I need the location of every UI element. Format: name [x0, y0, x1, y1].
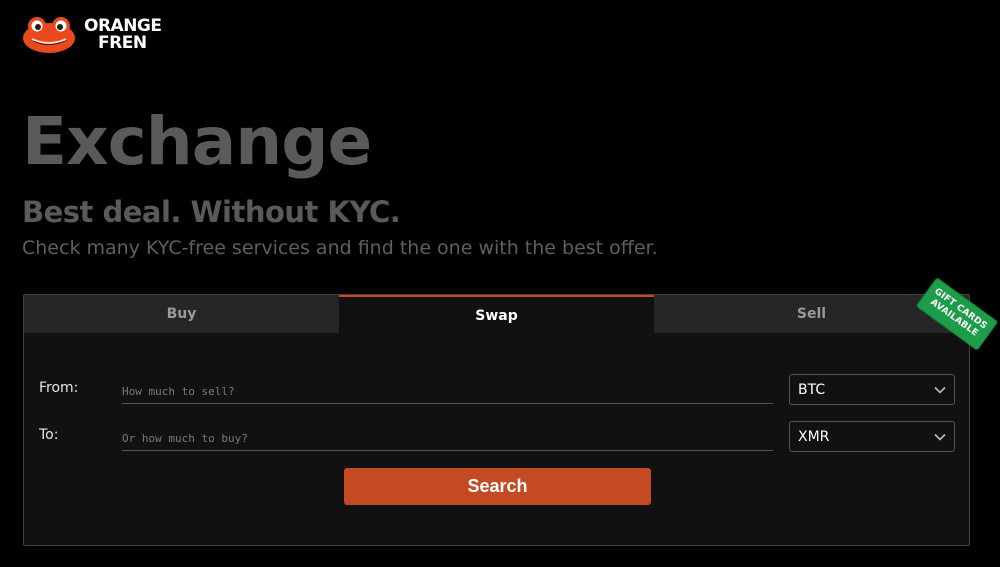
page-title: Exchange — [22, 103, 372, 180]
buy-amount-input[interactable] — [122, 427, 773, 451]
tab-swap[interactable]: Swap — [339, 295, 654, 333]
frog-face-icon — [23, 17, 75, 53]
search-button[interactable]: Search — [344, 468, 651, 505]
chevron-down-icon — [934, 433, 946, 441]
to-currency-select[interactable]: XMR — [789, 421, 955, 452]
to-label: To: — [39, 427, 59, 443]
logo-wordmark: ORANGE FREN — [84, 18, 162, 52]
exchange-card: Buy Swap Sell From: BTC To: XMR — [23, 294, 970, 546]
tab-buy[interactable]: Buy — [24, 295, 339, 333]
to-row: To: XMR — [24, 421, 969, 453]
logo-line-2: FREN — [98, 33, 147, 53]
chevron-down-icon — [934, 386, 946, 394]
tab-bar: Buy Swap Sell — [24, 295, 969, 333]
from-currency-value: BTC — [798, 381, 826, 398]
from-row: From: BTC — [24, 374, 969, 406]
logo[interactable]: ORANGE FREN — [22, 16, 162, 54]
from-currency-select[interactable]: BTC — [789, 374, 955, 405]
from-label: From: — [39, 380, 79, 396]
page-description: Check many KYC-free services and find th… — [22, 237, 658, 259]
sell-amount-input[interactable] — [122, 380, 773, 404]
page-subtitle: Best deal. Without KYC. — [22, 195, 401, 229]
page: ORANGE FREN Exchange Best deal. Without … — [0, 0, 1000, 567]
to-currency-value: XMR — [798, 428, 830, 445]
